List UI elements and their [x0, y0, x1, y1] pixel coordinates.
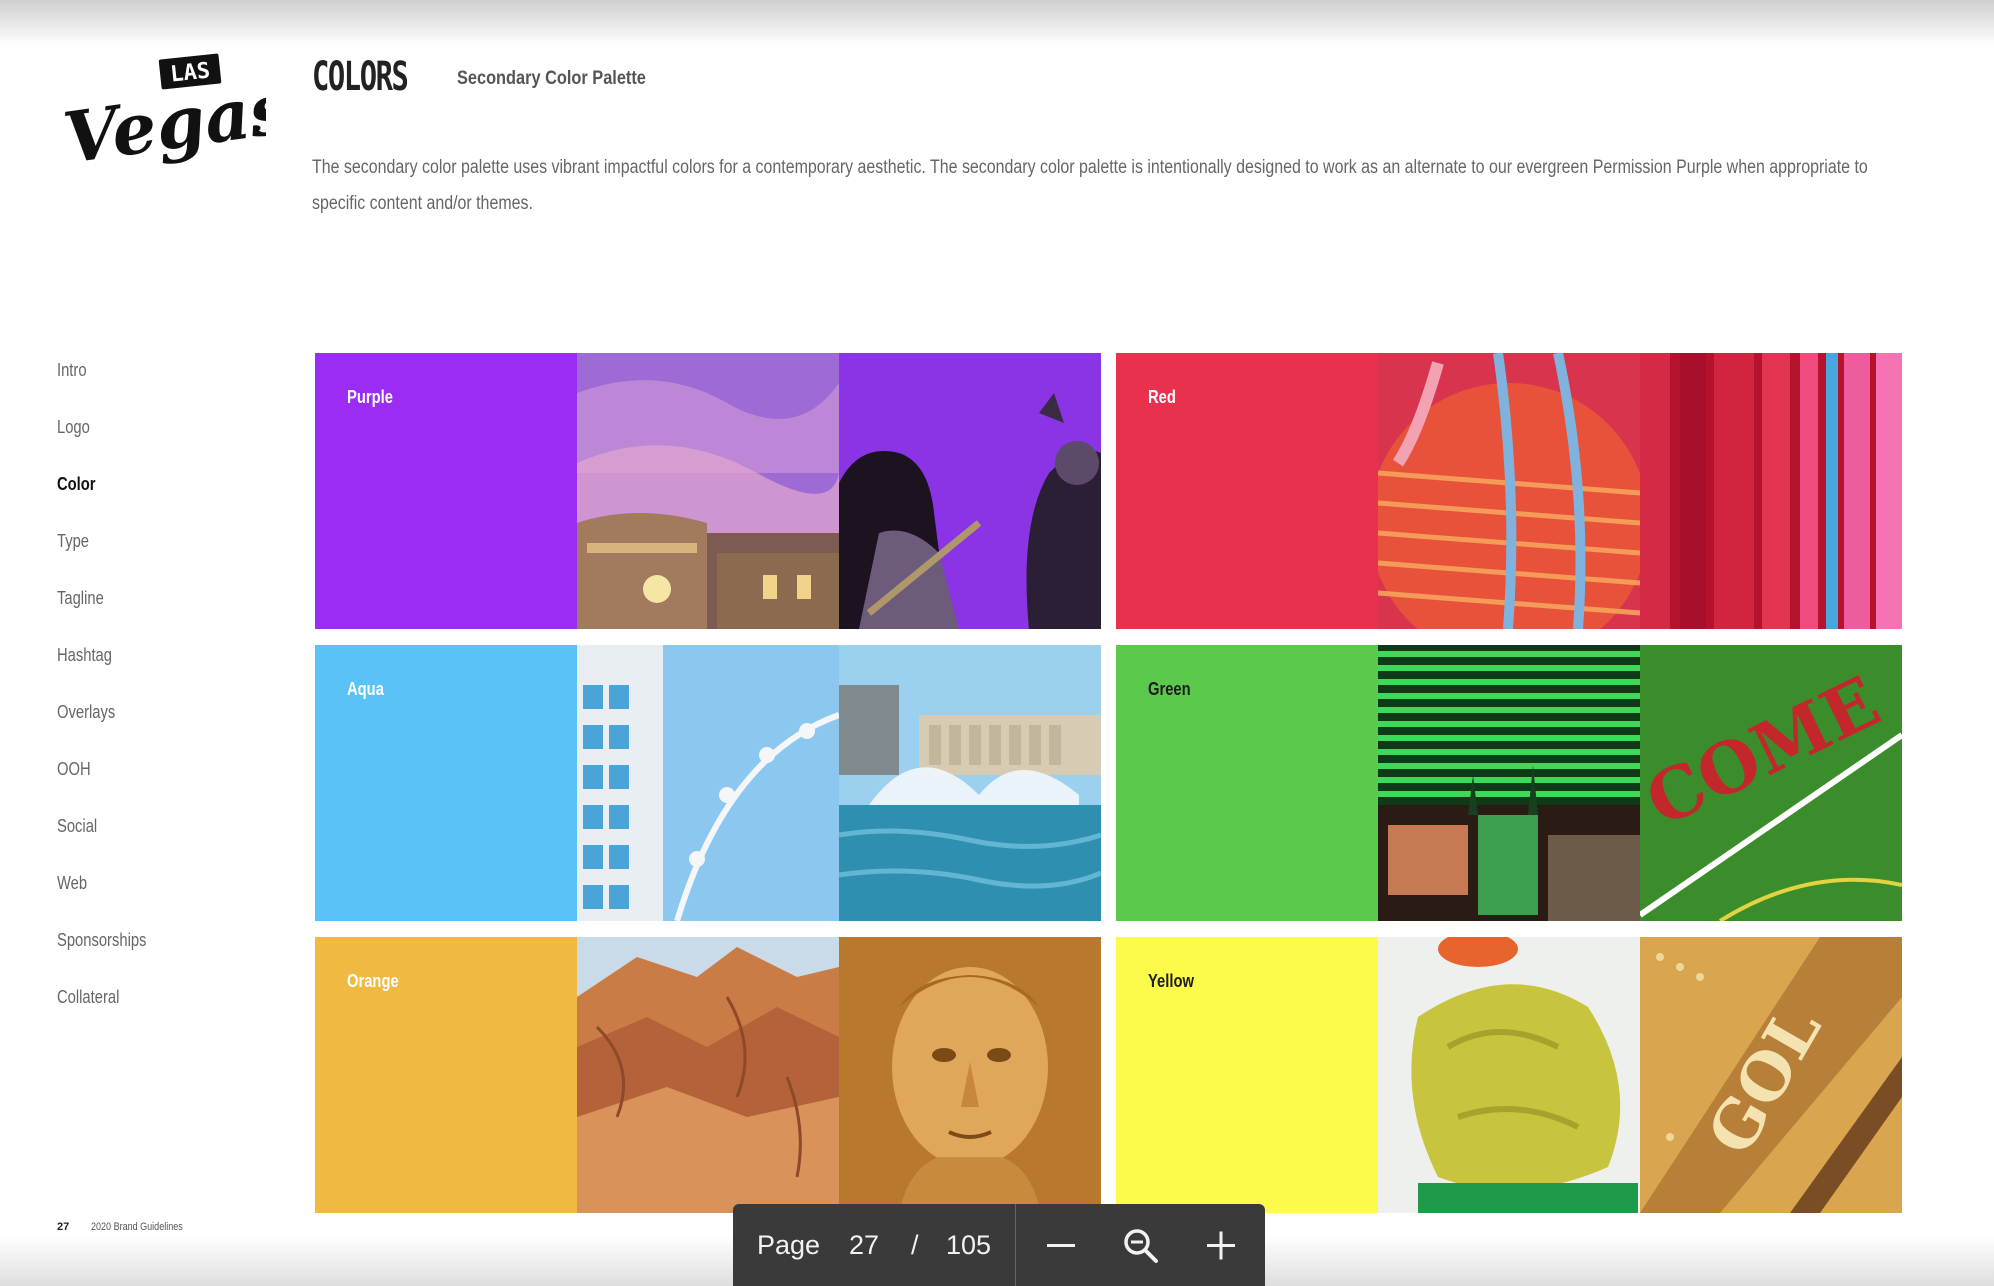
total-pages: 105 — [946, 1230, 992, 1260]
orange-red-rock-photo — [577, 937, 839, 1213]
nav-item-type[interactable]: Type — [57, 531, 89, 552]
green-mgm-building-photo — [1378, 645, 1640, 921]
orange-caesar-bust-photo — [839, 937, 1101, 1213]
yellow-lime-sculpture-photo — [1378, 937, 1640, 1213]
swatch-label-purple: Purple — [347, 387, 393, 407]
svg-text:Vegas: Vegas — [59, 66, 266, 180]
swatch-label-orange: Orange — [347, 971, 399, 991]
nav-item-sponsorships[interactable]: Sponsorships — [57, 930, 146, 951]
zoom-fit-button[interactable] — [1119, 1224, 1163, 1268]
swatch-label-red: Red — [1148, 387, 1176, 407]
nav-item-hashtag[interactable]: Hashtag — [57, 645, 112, 666]
toolbar-divider — [1015, 1204, 1016, 1286]
red-pink-pipes-photo — [1640, 353, 1902, 629]
nav-item-intro[interactable]: Intro — [57, 360, 87, 381]
zoom-out-button[interactable] — [1039, 1224, 1083, 1268]
aqua-tower-ferris-wheel-photo — [577, 645, 839, 921]
nav-item-collateral[interactable]: Collateral — [57, 987, 119, 1008]
purple-rock-concert-photo — [839, 353, 1101, 629]
magnifier-icon — [1124, 1229, 1158, 1263]
nav-item-tagline[interactable]: Tagline — [57, 588, 104, 609]
color-swatch-orange: Orange — [315, 937, 577, 1213]
aqua-bellagio-fountain-photo — [839, 645, 1101, 921]
footer-doc-title: 2020 Brand Guidelines — [91, 1221, 183, 1233]
page-viewer-toolbar: Page 27 / 105 — [733, 1204, 1265, 1286]
zoom-in-button[interactable] — [1199, 1224, 1243, 1268]
green-craps-table-photo: COME — [1640, 645, 1902, 921]
nav-item-social[interactable]: Social — [57, 816, 97, 837]
zoom-in-icon — [1207, 1231, 1235, 1260]
page-separator: / — [911, 1230, 919, 1260]
red-neon-sign-photo — [1378, 353, 1640, 629]
nav-item-overlays[interactable]: Overlays — [57, 702, 115, 723]
color-swatch-aqua: Aqua — [315, 645, 577, 921]
color-swatch-yellow: Yellow — [1116, 937, 1378, 1213]
color-swatch-green: Green — [1116, 645, 1378, 921]
palette-description: The secondary color palette uses vibrant… — [312, 157, 1868, 214]
las-vegas-logo: LAS Vegas — [56, 52, 294, 182]
current-page-input[interactable]: 27 — [849, 1230, 879, 1261]
nav-item-logo[interactable]: Logo — [57, 417, 90, 438]
footer-page-number: 27 — [57, 1221, 70, 1233]
page-subtitle: Secondary Color Palette — [457, 68, 646, 89]
color-swatch-red: Red — [1116, 353, 1378, 629]
yellow-gold-sign-photo: GOL — [1640, 937, 1902, 1213]
swatch-label-yellow: Yellow — [1148, 971, 1194, 991]
zoom-out-icon — [1047, 1244, 1075, 1247]
nav-item-color[interactable]: Color — [57, 474, 96, 495]
color-swatch-purple: Purple — [315, 353, 577, 629]
page-title: COLORS — [312, 54, 409, 100]
swatch-label-aqua: Aqua — [347, 679, 384, 699]
swatch-label-green: Green — [1148, 679, 1191, 699]
nav-item-web[interactable]: Web — [57, 873, 87, 894]
page-label: Page — [757, 1230, 821, 1260]
top-shadow — [0, 0, 1994, 46]
brand-guidelines-page: LAS Vegas COLORS Secondary Color Palette… — [0, 0, 1994, 1286]
nav-item-ooh[interactable]: OOH — [57, 759, 91, 780]
purple-sky-building-photo — [577, 353, 839, 629]
